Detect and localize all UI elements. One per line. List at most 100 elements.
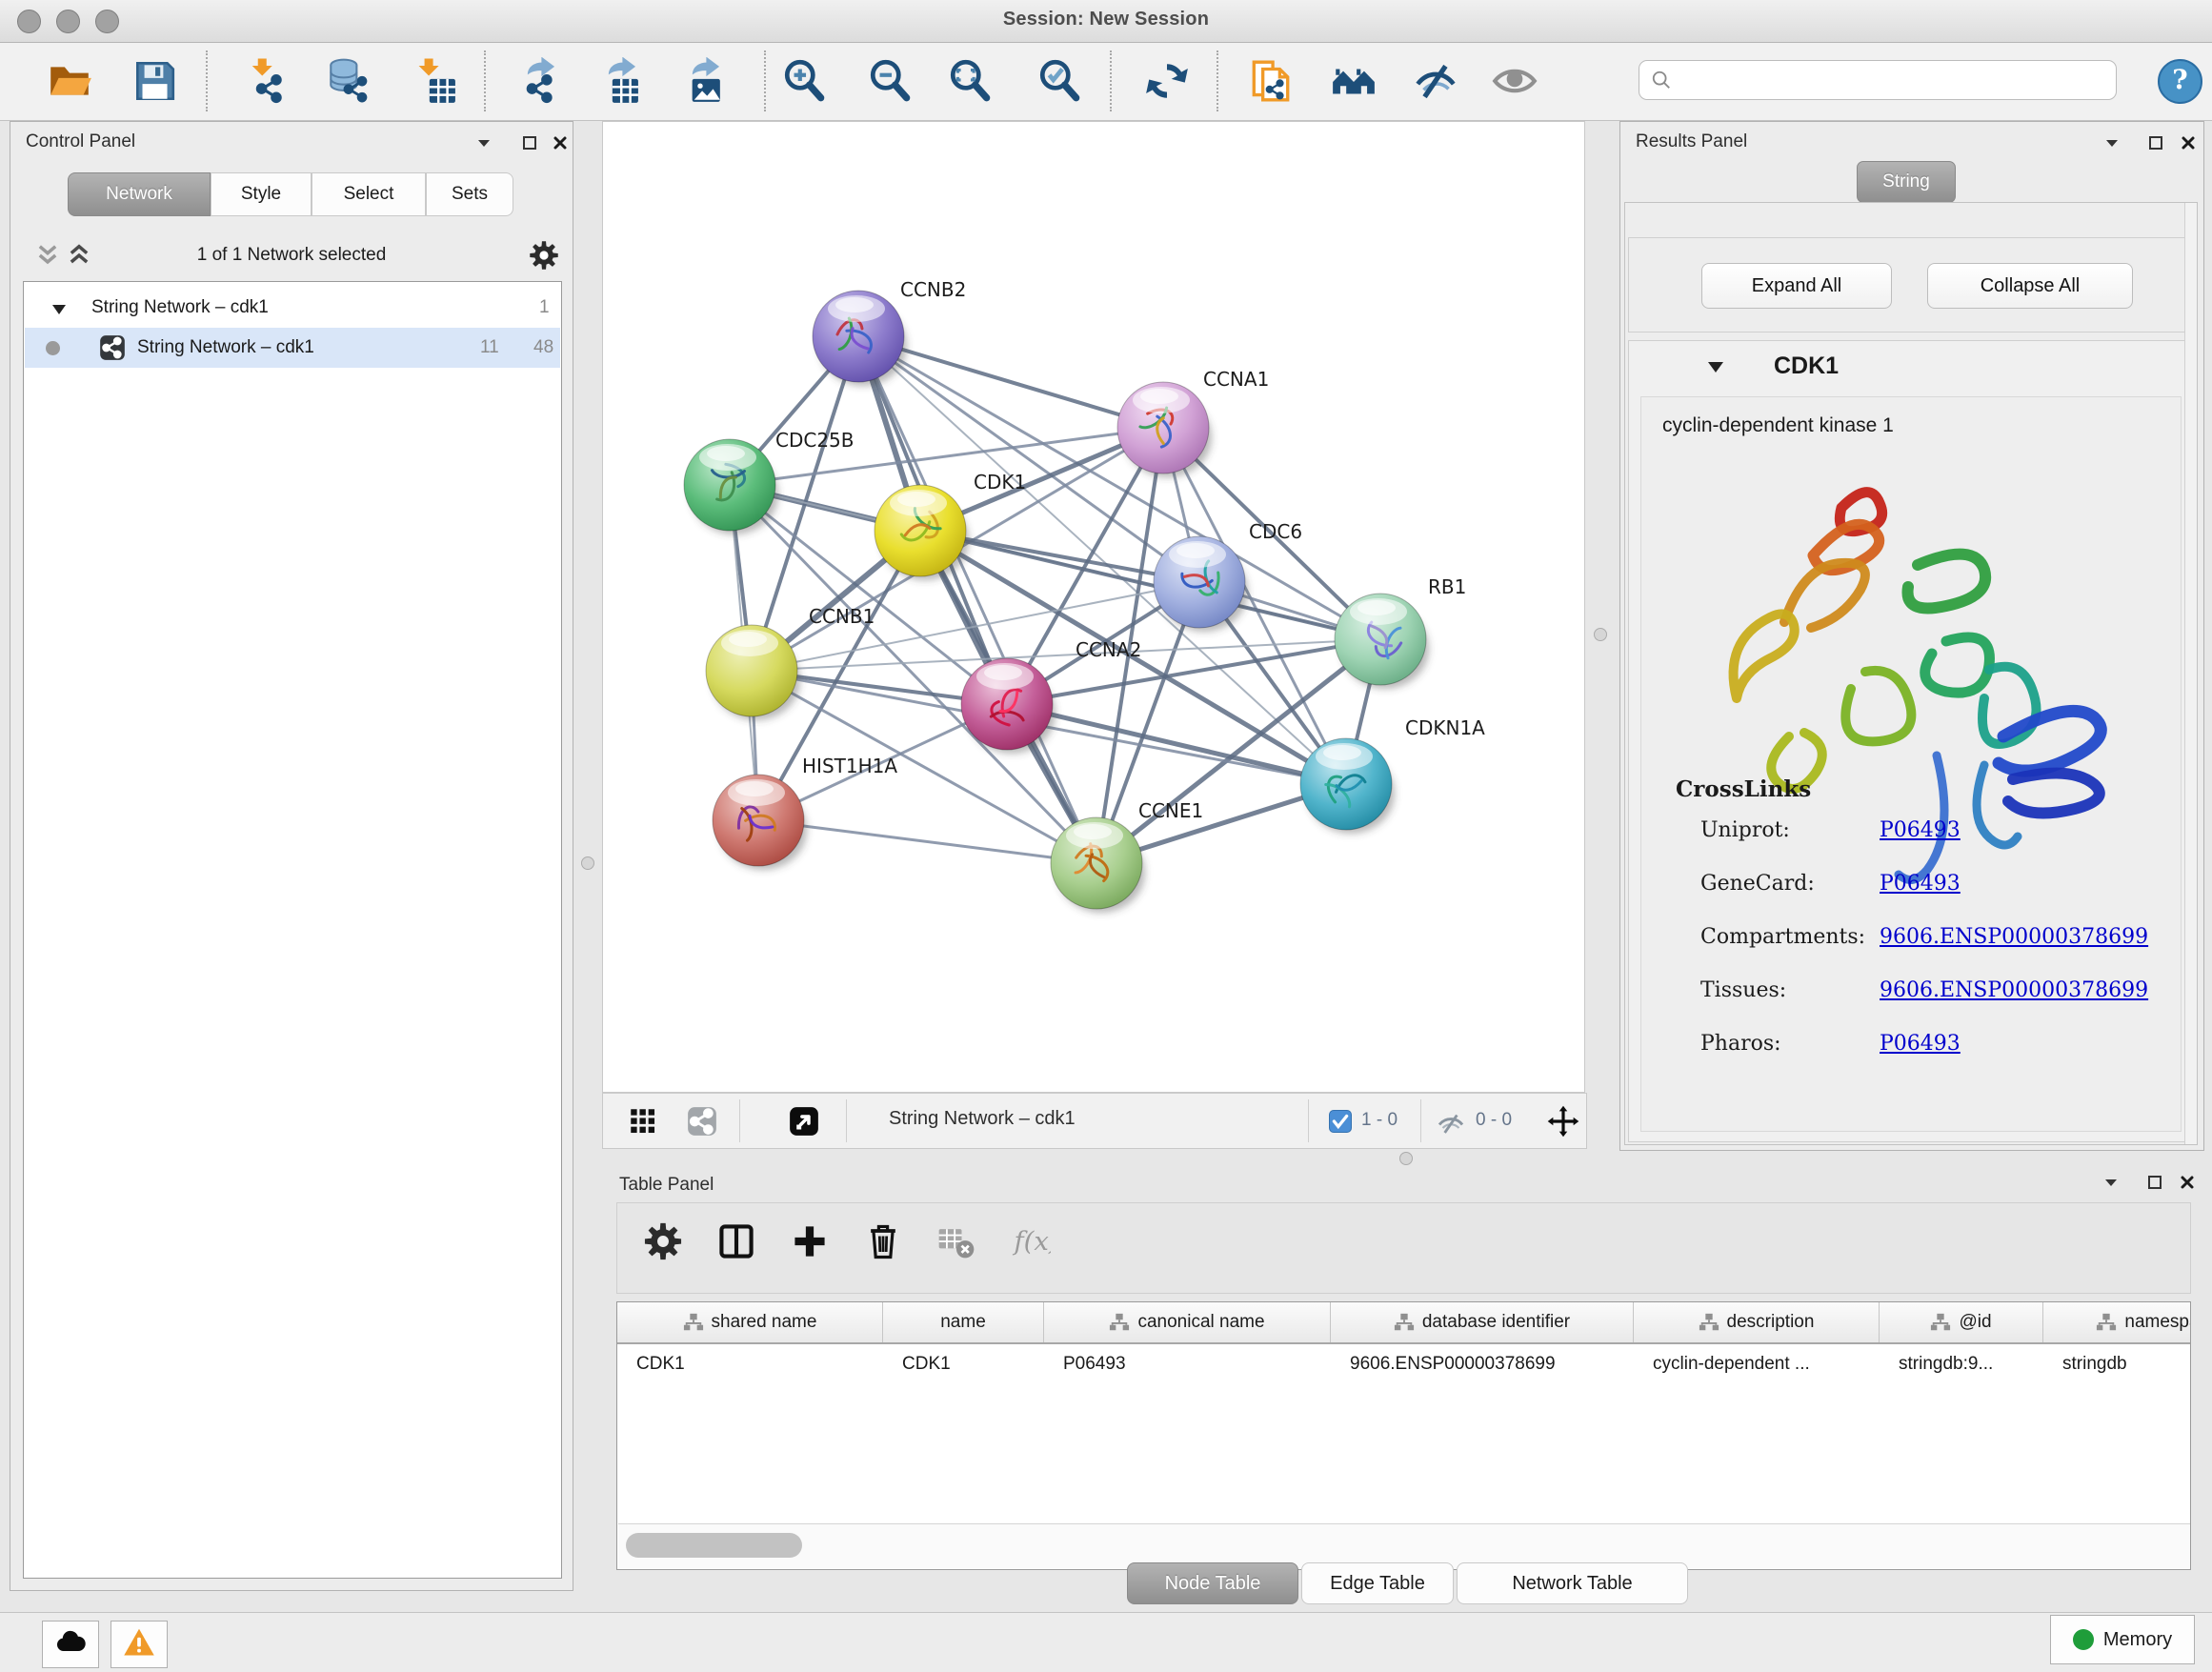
show-all-icon[interactable] (1488, 54, 1541, 108)
results-scrollbar[interactable] (2184, 203, 2197, 1144)
duplicate-network-icon[interactable] (1244, 54, 1297, 108)
table-panel-menu-button[interactable] (2101, 1174, 2122, 1191)
memory-button[interactable]: Memory (2050, 1615, 2195, 1664)
crosslink-value-link[interactable]: P06493 (1880, 818, 1961, 842)
network-node-HIST1H1A[interactable]: HIST1H1A (713, 755, 897, 870)
network-node-CCNA1[interactable]: CCNA1 (1117, 368, 1269, 477)
zoom-selected-icon[interactable] (1034, 54, 1087, 108)
table-hscrollbar-thumb[interactable] (626, 1533, 802, 1558)
export-network-icon[interactable] (509, 54, 562, 108)
open-session-icon[interactable] (43, 54, 96, 108)
results-panel-float-button[interactable] (2145, 134, 2166, 151)
table-cell[interactable]: stringdb (2043, 1344, 2191, 1384)
bottom-splitter-handle[interactable] (1399, 1152, 1413, 1165)
column-header--id[interactable]: @id (1880, 1302, 2043, 1342)
tab-select[interactable]: Select (312, 172, 426, 216)
home-icon[interactable] (1327, 54, 1380, 108)
crosslink-value-link[interactable]: 9606.ENSP00000378699 (1880, 978, 2148, 1002)
tab-network-table[interactable]: Network Table (1457, 1562, 1688, 1604)
right-splitter-handle[interactable] (1594, 628, 1607, 641)
table-hscrollbar[interactable] (618, 1523, 2190, 1568)
tab-style[interactable]: Style (211, 172, 312, 216)
results-actions-box: Expand All Collapse All (1628, 237, 2194, 332)
network-options-gear-icon[interactable] (528, 239, 560, 272)
tab-edge-table[interactable]: Edge Table (1301, 1562, 1454, 1604)
table-panel: Table Panel f(x) shared namenamecanonica… (610, 1170, 2202, 1589)
table-cell[interactable]: 9606.ENSP00000378699 (1331, 1344, 1634, 1384)
birdseye-view-icon[interactable] (787, 1104, 821, 1138)
table-settings-icon[interactable] (638, 1217, 688, 1266)
crosslink-value-link[interactable]: P06493 (1880, 872, 1961, 896)
cloud-button[interactable] (42, 1621, 99, 1668)
warning-button[interactable] (111, 1621, 168, 1668)
network-selection-status: 1 of 1 Network selected (106, 245, 477, 266)
network-node-CDKN1A[interactable]: CDKN1A (1300, 716, 1485, 834)
tab-sets[interactable]: Sets (426, 172, 513, 216)
network-collection-row[interactable]: String Network – cdk1 1 (25, 288, 560, 328)
column-label: canonical name (1137, 1312, 1264, 1333)
search-field[interactable] (1678, 70, 2116, 91)
zoom-out-icon[interactable] (864, 54, 917, 108)
columns-icon[interactable] (712, 1217, 761, 1266)
hide-selected-icon[interactable] (1409, 54, 1462, 108)
help-button[interactable]: ? (2158, 59, 2202, 104)
import-network-icon[interactable] (236, 54, 290, 108)
column-header-canonical-name[interactable]: canonical name (1044, 1302, 1331, 1342)
left-splitter-handle[interactable] (581, 856, 594, 870)
network-node-CCNB1[interactable]: CCNB1 (706, 605, 875, 720)
save-session-icon[interactable] (128, 54, 181, 108)
network-node-CDC25B[interactable]: CDC25B (684, 429, 855, 534)
protein-disclosure-icon[interactable] (1707, 360, 1724, 379)
delete-table-icon[interactable] (932, 1217, 981, 1266)
tab-node-table[interactable]: Node Table (1127, 1562, 1298, 1604)
grid-view-icon[interactable] (626, 1104, 660, 1138)
collection-disclosure-icon[interactable] (51, 301, 67, 322)
search-input[interactable] (1639, 60, 2117, 100)
control-panel-float-button[interactable] (519, 134, 540, 151)
network-canvas[interactable]: CCNB2 CCNA1 CDC25B CDK1 CDC6 RB1 (602, 121, 1585, 1093)
crosslink-value-link[interactable]: 9606.ENSP00000378699 (1880, 925, 2148, 949)
results-panel-close-button[interactable] (2178, 134, 2199, 151)
column-header-database-identifier[interactable]: database identifier (1331, 1302, 1634, 1342)
zoom-in-icon[interactable] (778, 54, 832, 108)
results-panel-menu-button[interactable] (2101, 134, 2122, 151)
network-row[interactable]: String Network – cdk1 11 48 (25, 328, 560, 368)
table-row[interactable]: CDK1CDK1P064939606.ENSP00000378699cyclin… (617, 1344, 2190, 1384)
network-node-CCNB2[interactable]: CCNB2 (813, 278, 966, 386)
refresh-icon[interactable] (1140, 54, 1194, 108)
delete-icon[interactable] (858, 1217, 908, 1266)
table-cell[interactable]: CDK1 (883, 1344, 1044, 1384)
network-node-CDK1[interactable]: CDK1 (875, 471, 1026, 580)
string-app-badge-icon[interactable] (685, 1104, 719, 1138)
fit-content-crosshair-icon[interactable] (1544, 1102, 1582, 1140)
control-panel-close-button[interactable] (550, 134, 571, 151)
import-table-icon[interactable] (407, 54, 460, 108)
column-header-description[interactable]: description (1634, 1302, 1880, 1342)
table-cell[interactable]: stringdb:9... (1880, 1344, 2043, 1384)
export-image-icon[interactable] (674, 54, 727, 108)
export-table-icon[interactable] (590, 54, 643, 108)
table-cell[interactable]: P06493 (1044, 1344, 1331, 1384)
column-header-name[interactable]: name (883, 1302, 1044, 1342)
control-panel-menu-button[interactable] (473, 134, 494, 151)
add-column-icon[interactable] (785, 1217, 835, 1266)
network-node-RB1[interactable]: RB1 (1335, 575, 1466, 689)
collapse-all-button[interactable]: Collapse All (1927, 263, 2133, 309)
function-icon[interactable]: f(x) (1005, 1217, 1055, 1266)
table-cell[interactable]: CDK1 (617, 1344, 883, 1384)
column-header-namespace[interactable]: namespace (2043, 1302, 2191, 1342)
expand-all-networks-icon[interactable] (66, 242, 94, 269)
crosslink-value-link[interactable]: P06493 (1880, 1032, 1961, 1056)
import-database-icon[interactable] (321, 54, 374, 108)
expand-all-button[interactable]: Expand All (1701, 263, 1892, 309)
column-label: description (1727, 1312, 1815, 1333)
table-panel-float-button[interactable] (2144, 1174, 2165, 1191)
collapse-all-networks-icon[interactable] (34, 242, 63, 269)
tab-string[interactable]: String (1857, 161, 1956, 203)
table-panel-close-button[interactable] (2177, 1174, 2198, 1191)
tab-network[interactable]: Network (68, 172, 211, 216)
zoom-fit-icon[interactable] (944, 54, 997, 108)
column-header-shared-name[interactable]: shared name (617, 1302, 883, 1342)
selected-nodes-checkbox[interactable] (1329, 1110, 1352, 1133)
table-cell[interactable]: cyclin-dependent ... (1634, 1344, 1880, 1384)
